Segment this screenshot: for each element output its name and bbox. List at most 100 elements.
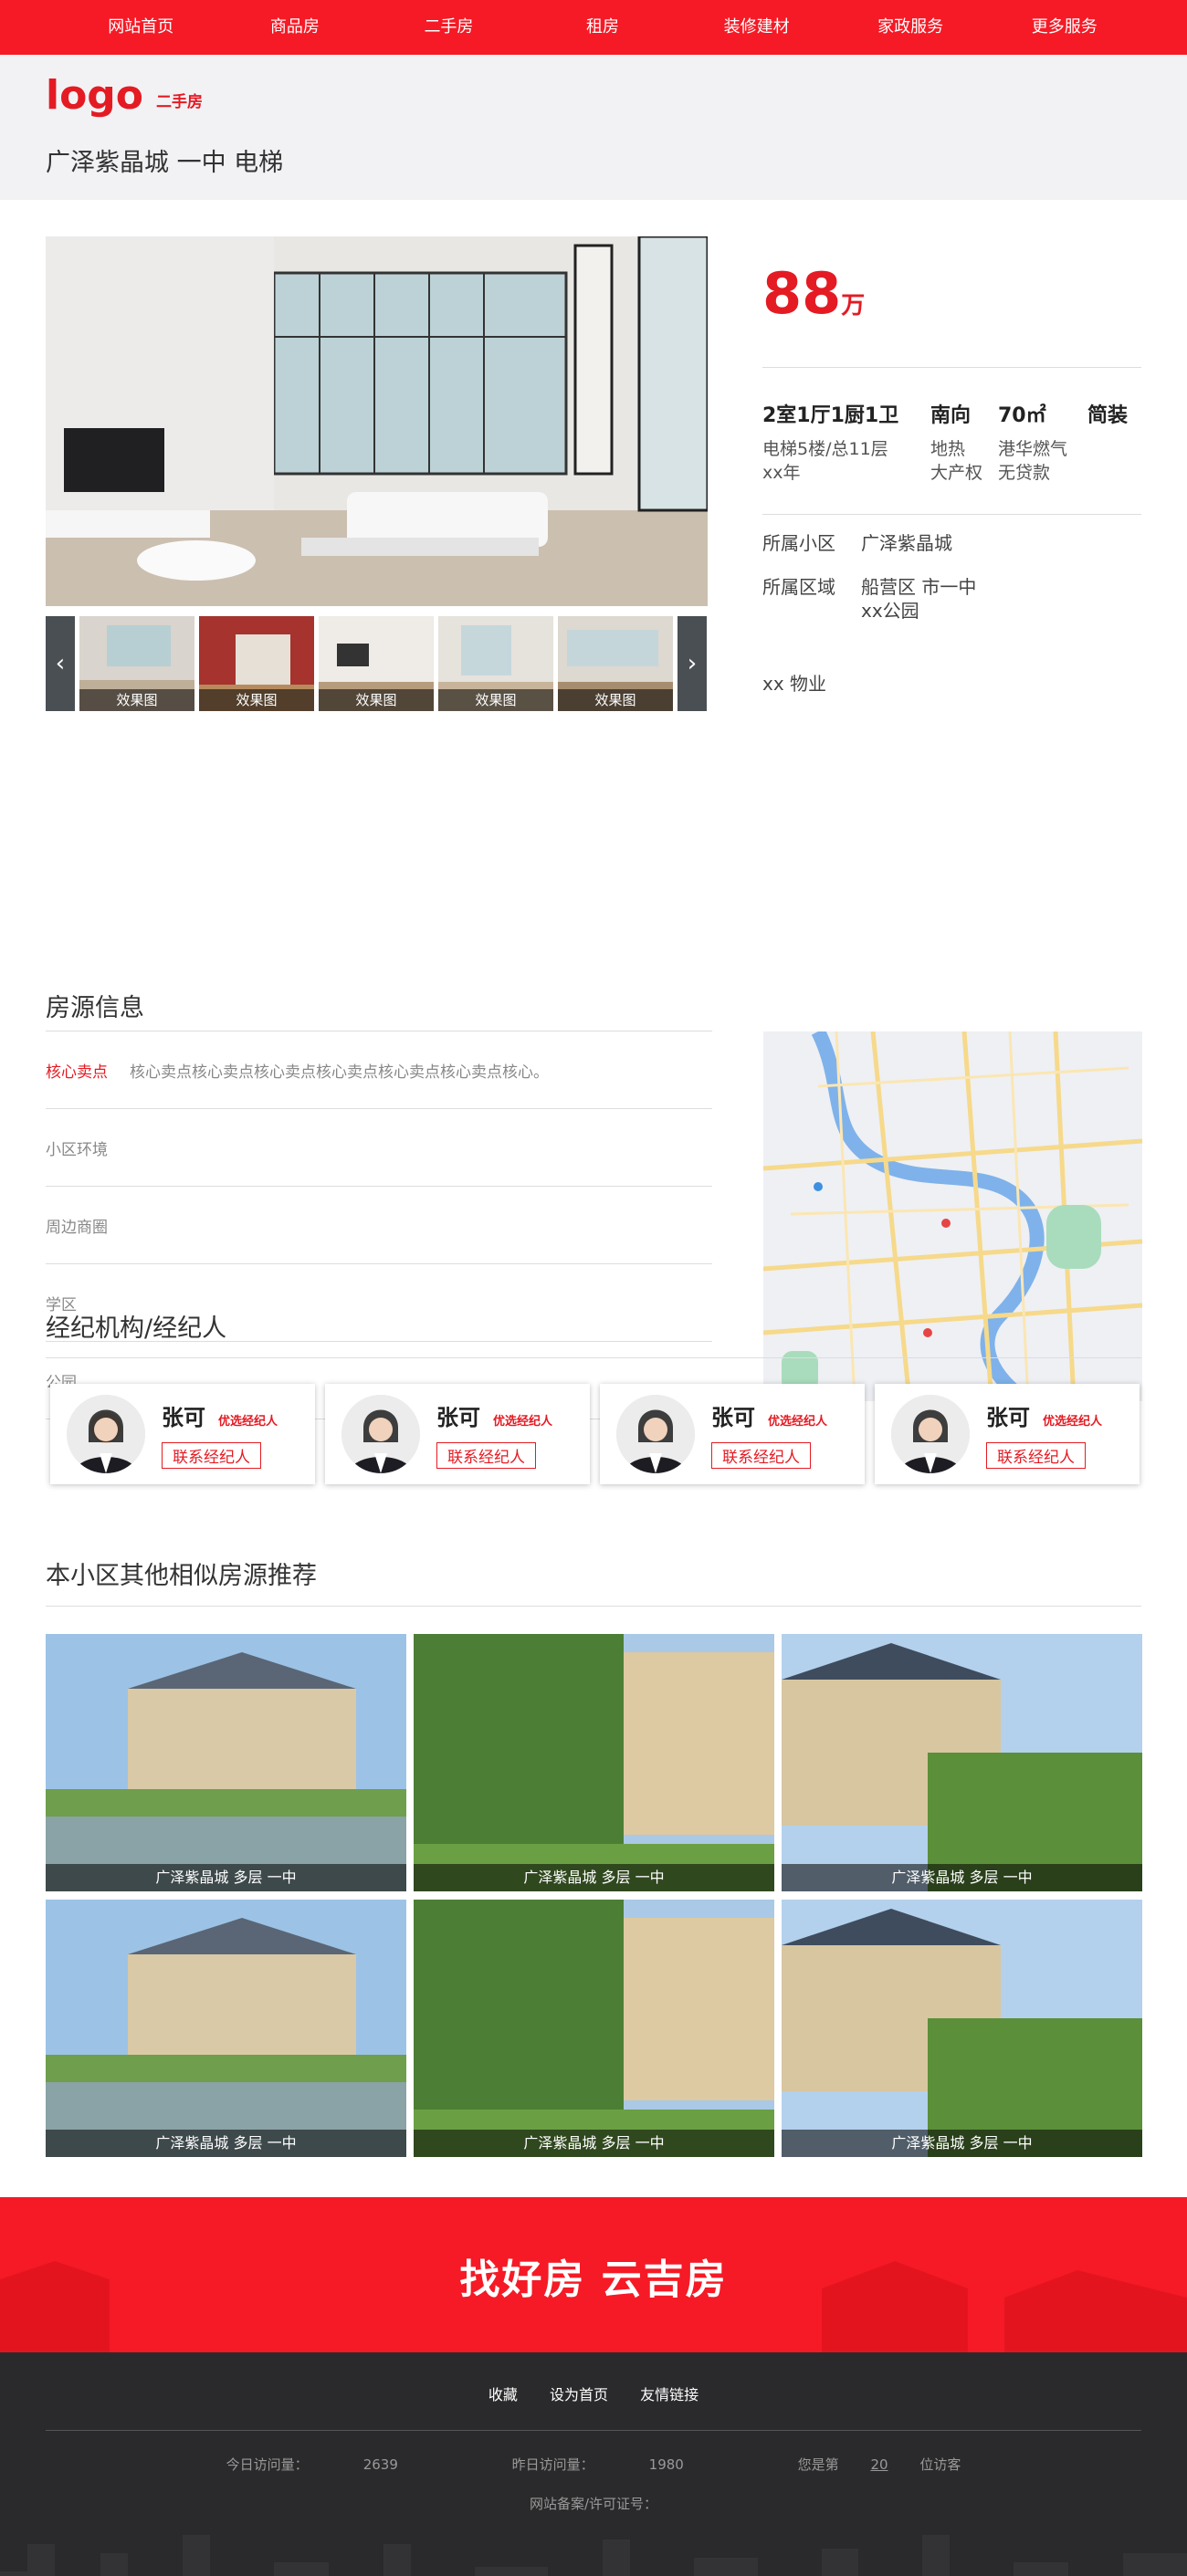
listing-card[interactable]: 广泽紫晶城 多层 一中 [414,1900,774,2157]
thumbnail-caption: 效果图 [438,689,553,711]
nav-item-second-hand[interactable]: 二手房 [372,0,526,55]
spec-sub: 电梯5楼/总11层 [762,439,888,459]
agent-card: 张可 优选经纪人 联系经纪人 [325,1384,590,1484]
listing-card[interactable]: 广泽紫晶城 多层 一中 [414,1634,774,1891]
community-label: 所属小区 [762,532,835,554]
agent-name: 张可 [436,1405,480,1430]
footer-link-friends[interactable]: 友情链接 [640,2386,699,2403]
info-value: 核心卖点核心卖点核心卖点核心卖点核心卖点核心卖点核心。 [130,1063,549,1082]
divider [46,2430,1141,2431]
agents-section: 经纪机构/经纪人 张可 优选经纪人 联系经纪人 张可 优选经纪人 联系经纪人 张可优… [46,1286,1141,1484]
footer-link-set-homepage[interactable]: 设为首页 [550,2386,608,2403]
divider [762,367,1141,368]
recommend-title: 本小区其他相似房源推荐 [46,1562,317,1590]
agent-list: 张可 优选经纪人 联系经纪人 张可 优选经纪人 联系经纪人 张可 优选经纪人 联系经纪… [46,1384,1141,1484]
agent-card: 张可 优选经纪人 联系经纪人 [50,1384,315,1484]
thumbnail-caption: 效果图 [319,689,434,711]
main-photo[interactable] [46,236,708,606]
next-arrow-icon[interactable]: › [678,616,707,711]
prev-arrow-icon[interactable]: ‹ [46,616,75,711]
price-unit: 万 [841,292,866,319]
contact-agent-button[interactable]: 联系经纪人 [436,1442,536,1469]
divider [46,1357,1141,1358]
logo-subtitle: 二手房 [156,93,204,111]
spec-main: 2室1厅1厨1卫 [762,404,899,427]
listing-card-caption: 广泽紫晶城 多层 一中 [782,1864,1142,1891]
listing-card[interactable]: 广泽紫晶城 多层 一中 [46,1634,406,1891]
stat-today: 今日访问量： 2639 [226,2456,398,2473]
listing-card-caption: 广泽紫晶城 多层 一中 [46,1864,406,1891]
thumbnail[interactable]: 效果图 [319,616,434,711]
spec-list: 2室1厅1厨1卫 电梯5楼/总11层 xx年 南向 地热 大产权 70㎡ 港华燃… [762,399,1141,485]
stat-yesterday: 昨日访问量： 1980 [511,2456,684,2473]
info-section: 房源信息 核心卖点 核心卖点核心卖点核心卖点核心卖点核心卖点核心卖点核心。 小区… [46,748,1142,1419]
nav-item-home[interactable]: 网站首页 [64,0,218,55]
agent-badge: 优选经纪人 [218,1415,278,1429]
agent-name: 张可 [162,1405,205,1430]
listing-card-caption: 广泽紫晶城 多层 一中 [782,2130,1142,2157]
avatar [891,1395,970,1473]
spec-orientation: 南向 地热 大产权 [930,399,998,485]
logo[interactable]: logo [46,75,143,117]
district-label: 所属区域 [762,576,835,598]
spec-main: 南向 [930,404,972,427]
stat-visitor: 您是第 20 位访客 [797,2456,961,2473]
top-nav: 网站首页 商品房 二手房 租房 装修建材 家政服务 更多服务 [0,0,1187,55]
spec-decoration: 简装 [1087,399,1128,485]
district-value: 船营区 市一中 xx公园 [861,576,977,622]
avatar [616,1395,695,1473]
listing-summary: 88万 2室1厅1厨1卫 电梯5楼/总11层 xx年 南向 地热 大产权 70㎡… [762,236,1141,696]
contact-agent-button[interactable]: 联系经纪人 [986,1442,1086,1469]
spec-sub: xx年 [762,463,801,483]
nav-item-more[interactable]: 更多服务 [987,0,1141,55]
thumbnail-strip: ‹ 效果图 效果图 效果图 效果图 效果图 › [46,616,708,711]
thumbnail-caption: 效果图 [558,689,673,711]
nav-item-new-homes[interactable]: 商品房 [218,0,373,55]
agent-badge: 优选经纪人 [493,1415,553,1429]
footer-links: 收藏 设为首页 友情链接 [0,2352,1187,2404]
agent-badge: 优选经纪人 [1043,1415,1103,1429]
page-header: logo 二手房 广泽紫晶城 一中 电梯 [0,55,1187,200]
spec-main: 简装 [1087,404,1129,427]
thumbnail[interactable]: 效果图 [199,616,314,711]
contact-agent-button[interactable]: 联系经纪人 [711,1442,811,1469]
nav-item-decoration[interactable]: 装修建材 [679,0,834,55]
info-row: 核心卖点 核心卖点核心卖点核心卖点核心卖点核心卖点核心卖点核心。 [46,1031,712,1109]
spec-sub: 地热 [930,439,966,459]
contact-agent-button[interactable]: 联系经纪人 [162,1442,261,1469]
spec-sub: 无贷款 [998,463,1051,483]
info-row: 周边商圈 [46,1187,712,1264]
listing-card-caption: 广泽紫晶城 多层 一中 [46,2130,406,2157]
agent-name: 张可 [711,1405,755,1430]
community-value[interactable]: 广泽紫晶城 [861,531,952,555]
spec-main: 70㎡ [998,404,1046,427]
nav-item-rent[interactable]: 租房 [526,0,680,55]
divider [762,514,1141,515]
thumbnail-caption: 效果图 [79,689,194,711]
agent-card: 张可 优选经纪人 联系经纪人 [600,1384,865,1484]
listing-card[interactable]: 广泽紫晶城 多层 一中 [46,1900,406,2157]
district-row: 所属区域 船营区 市一中 xx公园 [762,575,1141,623]
divider [46,1606,1141,1607]
price: 88万 [762,260,866,327]
skyline-graphic [0,2535,1187,2576]
listing-card[interactable]: 广泽紫晶城 多层 一中 [782,1634,1142,1891]
thumbnail[interactable]: 效果图 [558,616,673,711]
thumbnail-caption: 效果图 [199,689,314,711]
agent-card: 张可 优选经纪人 联系经纪人 [875,1384,1140,1484]
avatar [67,1395,145,1473]
info-label: 核心卖点 [46,1063,108,1082]
spec-area: 70㎡ 港华燃气 无贷款 [998,399,1087,485]
agents-title: 经纪机构/经纪人 [46,1314,227,1343]
listing-card-caption: 广泽紫晶城 多层 一中 [414,2130,774,2157]
info-title: 房源信息 [46,994,144,1022]
listing-card[interactable]: 广泽紫晶城 多层 一中 [782,1900,1142,2157]
thumbnail[interactable]: 效果图 [79,616,194,711]
visit-stats: 今日访问量： 2639 昨日访问量： 1980 您是第 20 位访客 [0,2455,1187,2474]
nav-item-housekeeping[interactable]: 家政服务 [834,0,988,55]
property-row: xx 物业 [762,672,1141,696]
agent-badge: 优选经纪人 [768,1415,828,1429]
thumbnail[interactable]: 效果图 [438,616,553,711]
footer-link-bookmark[interactable]: 收藏 [488,2386,518,2403]
slogan-text: 找好房 云吉房 [459,2257,728,2303]
